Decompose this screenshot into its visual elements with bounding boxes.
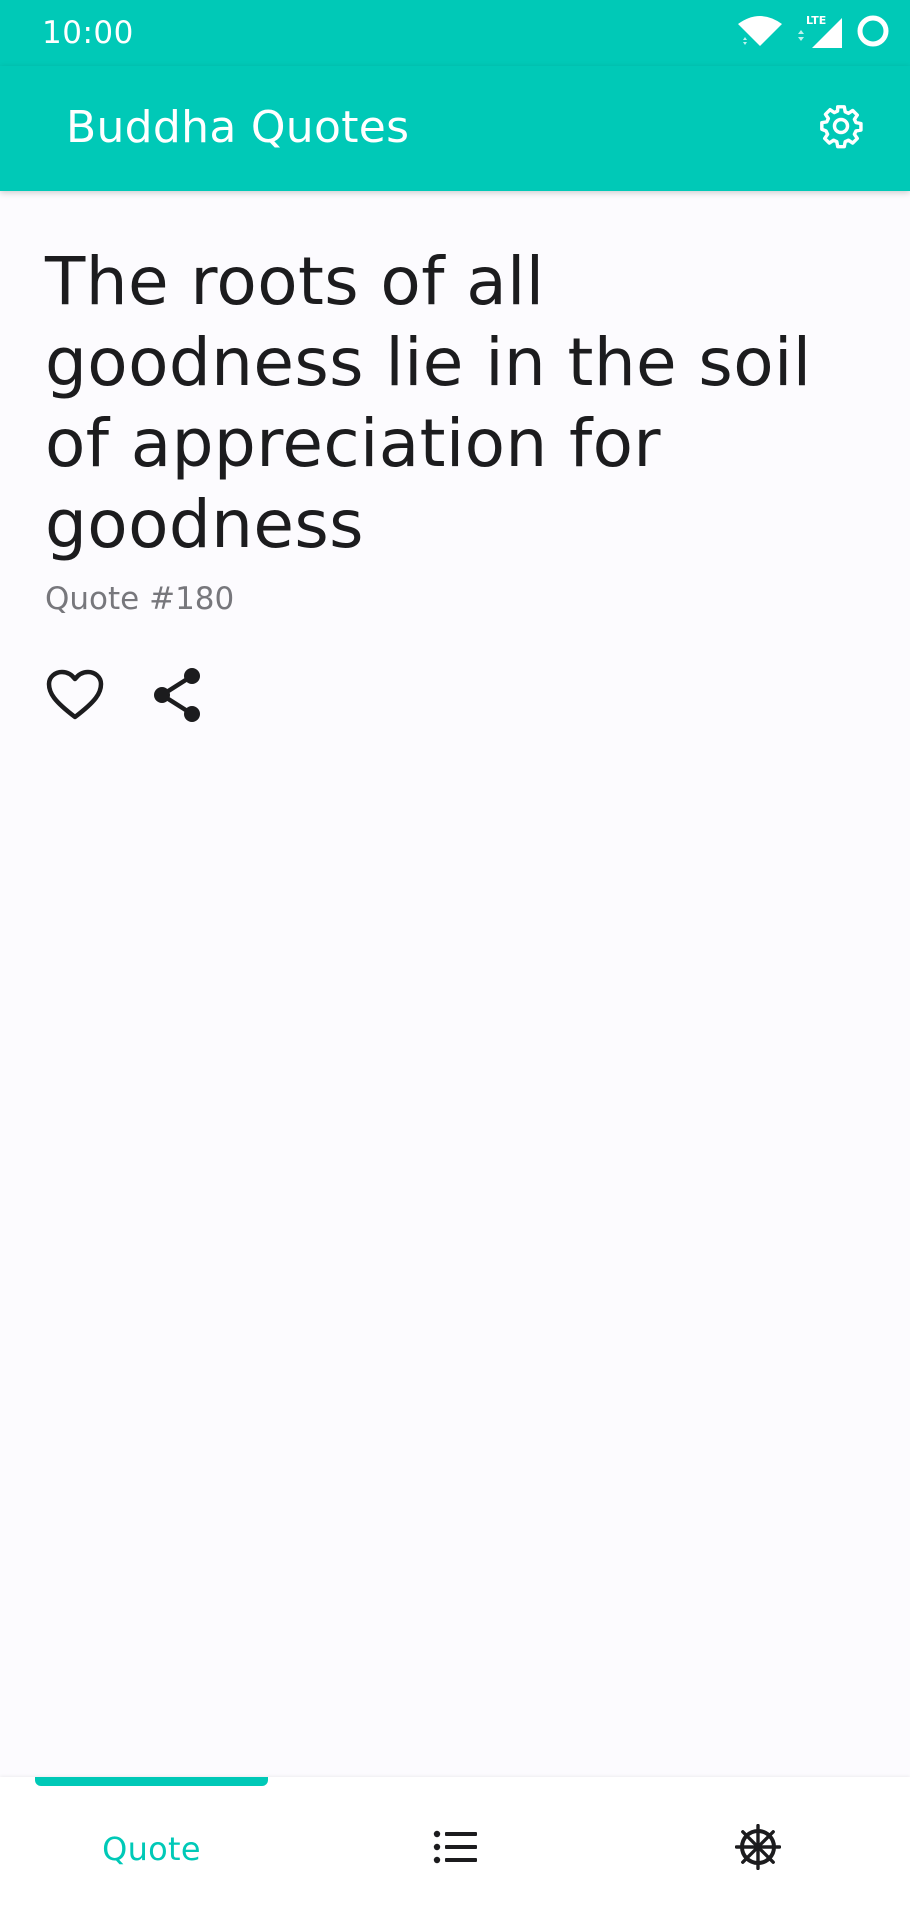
tab-quote[interactable]: Quote — [0, 1777, 303, 1920]
share-icon — [150, 666, 204, 728]
wifi-icon — [738, 16, 782, 50]
gear-icon — [818, 103, 864, 153]
share-button[interactable] — [147, 667, 207, 727]
tab-list[interactable] — [303, 1777, 606, 1920]
status-icons: LTE — [738, 14, 890, 52]
battery-ring-icon — [856, 14, 890, 52]
quote-number: Quote #180 — [45, 581, 235, 617]
quote-text: The roots of all goodness lie in the soi… — [45, 243, 812, 563]
dharma-wheel-icon — [734, 1823, 781, 1874]
tab-dharma-wheel[interactable] — [606, 1777, 909, 1920]
network-type-label: LTE — [806, 14, 827, 27]
app-title: Buddha Quotes — [66, 102, 410, 153]
heart-outline-icon — [46, 669, 104, 725]
quote-actions — [45, 667, 207, 727]
app-bar: Buddha Quotes — [0, 66, 910, 191]
bottom-navigation: Quote — [0, 1777, 910, 1920]
cellular-signal-icon: LTE — [796, 14, 842, 48]
favorite-button[interactable] — [45, 667, 105, 727]
quote-card: The roots of all goodness lie in the soi… — [45, 241, 865, 619]
status-time: 10:00 — [42, 15, 134, 51]
status-bar: 10:00 LTE — [0, 0, 910, 66]
settings-button[interactable] — [816, 103, 866, 153]
list-icon — [433, 1829, 477, 1869]
tab-quote-label: Quote — [102, 1829, 201, 1868]
